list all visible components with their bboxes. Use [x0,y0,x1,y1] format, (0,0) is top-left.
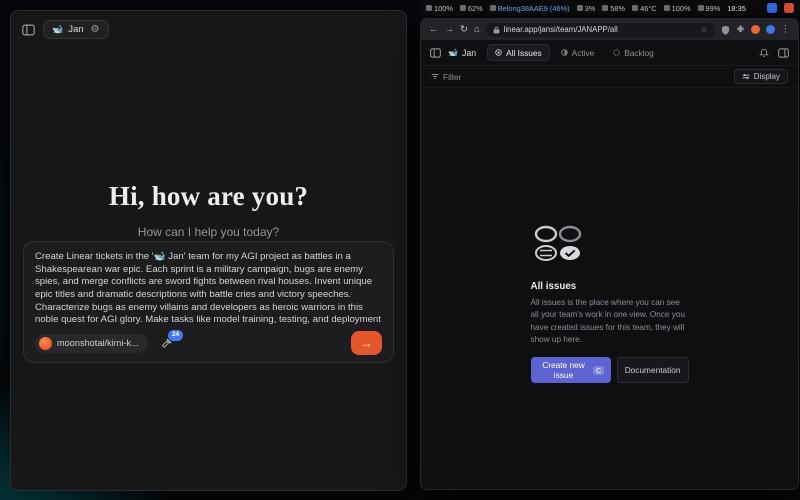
tray-power[interactable]: 99% [698,4,721,13]
filter-button[interactable]: Filter [431,72,461,82]
browser-action-icons: ⋮ [721,25,791,35]
jan-app-window: 🐋 Jan ⚙ Hi, how are you? How can I help … [10,10,407,491]
tools-count-badge: 24 [168,330,182,341]
team-selector[interactable]: 🐋 Jan ⚙ [43,20,109,39]
send-button[interactable]: → [351,331,382,355]
extension-badge-icon[interactable] [751,25,760,34]
mail-app-icon[interactable] [767,3,777,13]
team-name: Jan [68,24,83,35]
right-monitor: 100% 62% Belong38AAE9 (46%) 3% 58% 46°C … [420,0,800,500]
backlog-icon [613,49,620,56]
browser-toolbar: ← → ↻ ⌂ linear.app/jansi/team/JANAPP/all… [421,19,798,40]
tab-label: Backlog [624,48,654,58]
system-tray: 100% 62% Belong38AAE9 (46%) 3% 58% 46°C … [420,0,800,16]
display-label: Display [754,72,780,81]
bookmark-star-icon[interactable]: ☆ [700,25,707,34]
greeting-subtitle: How can I help you today? [11,225,406,239]
linear-team-avatar: 🐋 [448,49,458,57]
url-text[interactable]: linear.app/jansi/team/JANAPP/all [504,25,697,34]
wifi-icon [490,5,496,11]
tray-brightness[interactable]: 100% [664,4,691,13]
prompt-text-input[interactable]: Create Linear tickets in the '🐋 Jan' tea… [35,251,382,327]
tab-active[interactable]: Active [553,44,603,61]
back-button[interactable]: ← [429,25,439,35]
chat-app-icon[interactable] [784,3,794,13]
all-issues-icon [495,49,502,56]
profile-avatar[interactable] [766,25,775,34]
power-icon [698,5,704,11]
browser-window: ← → ↻ ⌂ linear.app/jansi/team/JANAPP/all… [420,18,799,490]
filter-label: Filter [443,72,461,82]
filter-icon [431,73,439,80]
memory-icon [602,5,608,11]
composer-toolbar: moonshotai/kimi-k... 24 → [35,331,382,355]
tab-label: All Issues [506,48,542,58]
sidebar-toggle-button[interactable] [22,24,35,36]
greeting-block: Hi, how are you? How can I help you toda… [11,181,406,239]
shield-icon[interactable] [721,25,730,35]
linear-header-actions [759,48,789,58]
tray-cpu[interactable]: 3% [577,4,596,13]
address-bar[interactable]: linear.app/jansi/team/JANAPP/all ☆ [486,23,715,37]
empty-state-actions: Create new issue C Documentation [531,357,689,383]
extensions-puzzle-icon[interactable] [736,25,745,34]
thermometer-icon [632,5,638,11]
jan-titlebar: 🐋 Jan ⚙ [11,11,406,48]
tray-battery[interactable]: 62% [460,4,483,13]
tab-all-issues[interactable]: All Issues [487,44,550,61]
tray-temperature[interactable]: 46°C [632,4,657,13]
empty-state: All issues All issues is the place where… [531,224,689,383]
home-button[interactable]: ⌂ [474,25,480,35]
view-tabs: All Issues Active Backlog [487,44,662,61]
model-provider-icon [39,337,52,350]
tab-backlog[interactable]: Backlog [605,44,662,61]
lock-icon [493,26,500,34]
active-icon [561,49,568,56]
reload-button[interactable]: ↻ [460,25,468,35]
empty-state-title: All issues [531,281,689,292]
empty-state-body: All issues is the place where you can se… [531,297,689,346]
tray-memory[interactable]: 58% [602,4,625,13]
create-new-issue-button[interactable]: Create new issue C [531,357,611,383]
model-name-label: moonshotai/kimi-k... [57,338,139,348]
tray-wifi[interactable]: Belong38AAE9 (46%) [490,4,570,13]
documentation-button[interactable]: Documentation [617,357,689,383]
greeting-title: Hi, how are you? [11,181,406,212]
panel-right-icon[interactable] [778,48,789,58]
brightness-icon [664,5,670,11]
filter-bar: Filter Display [421,66,798,88]
linear-team-chip[interactable]: 🐋 Jan [448,48,476,58]
linear-team-name: Jan [462,48,476,58]
forward-button[interactable]: → [445,25,455,35]
gear-icon[interactable]: ⚙ [91,24,100,35]
model-selector[interactable]: moonshotai/kimi-k... [35,334,148,353]
volume-icon [426,5,432,11]
tray-clock[interactable]: 18:35 [727,4,746,13]
panel-left-icon [22,24,35,36]
prompt-composer[interactable]: Create Linear tickets in the '🐋 Jan' tea… [23,241,394,363]
linear-header: 🐋 Jan All Issues Active [421,40,798,66]
tools-button[interactable]: 24 [161,337,173,349]
cpu-icon [577,5,583,11]
browser-menu-icon[interactable]: ⋮ [781,25,791,35]
issue-status-illustration [531,224,585,264]
battery-icon [460,5,466,11]
tab-label: Active [572,48,595,58]
send-arrow-icon: → [361,336,373,350]
display-sliders-icon [742,73,750,80]
create-issue-label: Create new issue [538,360,590,380]
tray-volume[interactable]: 100% [426,4,453,13]
linear-sidebar-toggle-icon[interactable] [430,48,441,58]
team-avatar: 🐋 [52,25,63,34]
shortcut-badge: C [593,366,603,375]
notifications-bell-icon[interactable] [759,48,769,58]
linear-content: All issues All issues is the place where… [421,88,798,490]
display-button[interactable]: Display [734,69,788,84]
